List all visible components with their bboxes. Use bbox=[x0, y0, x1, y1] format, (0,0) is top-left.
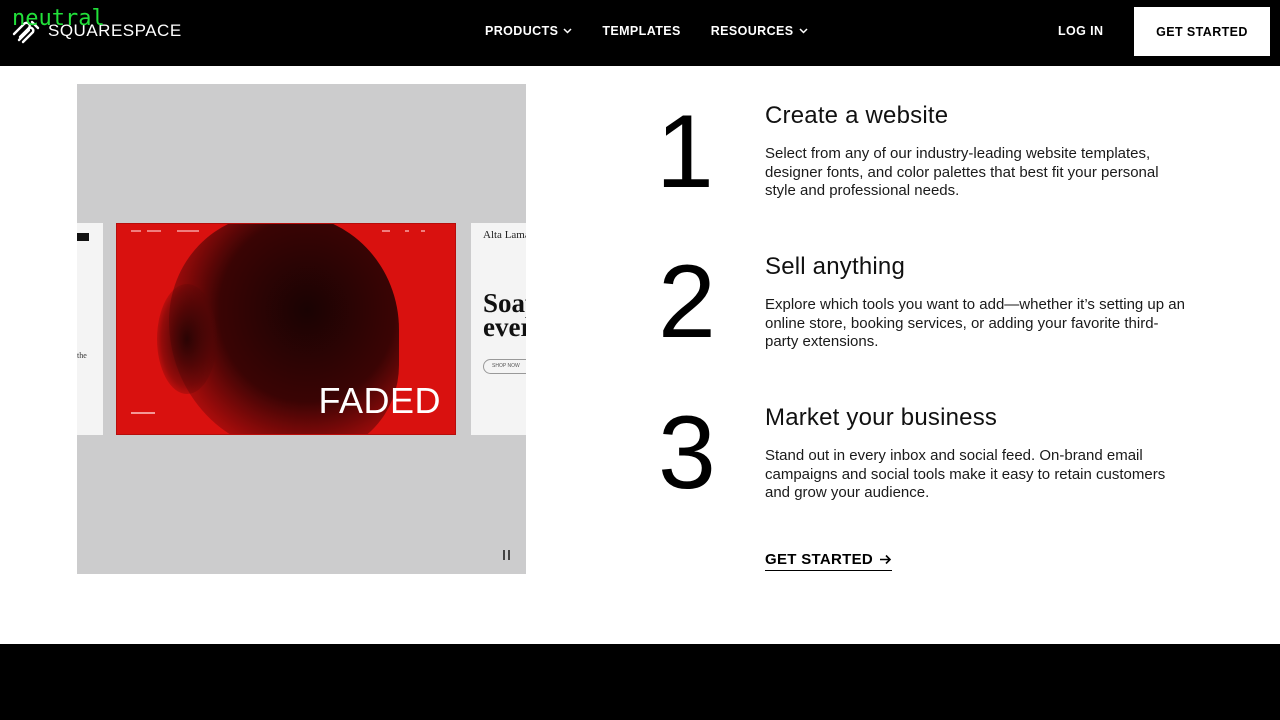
get-started-link-label: GET STARTED bbox=[765, 551, 874, 568]
main-menu: PRODUCTS TEMPLATES RESOURCES bbox=[485, 0, 808, 62]
chevron-down-icon bbox=[798, 28, 808, 34]
template-headline-line2: ever bbox=[483, 312, 526, 342]
step-number-1: 1 bbox=[656, 94, 714, 210]
template-preview-left: the bbox=[77, 223, 103, 435]
nav-item-label: RESOURCES bbox=[710, 24, 794, 38]
step-description-3: Stand out in every inbox and social feed… bbox=[765, 447, 1166, 501]
step-title-3: Market your business bbox=[765, 404, 998, 431]
portrait-face-shadow bbox=[157, 284, 217, 394]
template-shop-button: SHOP NOW bbox=[483, 359, 526, 374]
chevron-down-icon bbox=[563, 28, 572, 34]
template-preview-faded: FADED bbox=[116, 223, 456, 435]
pause-icon[interactable] bbox=[503, 550, 511, 560]
step-number-2: 2 bbox=[658, 244, 716, 360]
arrow-right-icon bbox=[880, 554, 892, 565]
get-started-link[interactable]: GET STARTED bbox=[765, 551, 893, 571]
step-title-1: Create a website bbox=[765, 102, 949, 129]
nav-item-label: TEMPLATES bbox=[602, 24, 681, 38]
template-caption-line bbox=[131, 412, 155, 414]
login-link[interactable]: LOG IN bbox=[1058, 24, 1103, 38]
nav-item-templates[interactable]: TEMPLATES bbox=[602, 24, 680, 38]
get-started-button[interactable]: GET STARTED bbox=[1134, 7, 1270, 56]
mini-logo bbox=[77, 233, 89, 241]
step-title-2: Sell anything bbox=[765, 253, 906, 280]
nav-item-label: PRODUCTS bbox=[485, 24, 559, 38]
step-description-2: Explore which tools you want to add—whet… bbox=[765, 296, 1185, 350]
template-preview-right: Alta Lama Soap ever SHOP NOW bbox=[471, 223, 526, 435]
step-number-3: 3 bbox=[658, 395, 716, 511]
step-description-1: Select from any of our industry-leading … bbox=[765, 145, 1159, 199]
nav-item-resources[interactable]: RESOURCES bbox=[711, 24, 808, 38]
top-navigation: neutral SQUARESPACE PRODUCTS TEMPLATES R… bbox=[0, 0, 1280, 66]
template-hero-title: FADED bbox=[318, 380, 441, 421]
next-section-band bbox=[0, 644, 1280, 720]
template-brand-name: Alta Lama bbox=[483, 229, 526, 241]
nav-item-products[interactable]: PRODUCTS bbox=[485, 24, 572, 38]
template-showcase-video[interactable]: the FADED Alta Lama Soap ever SHOP NOW bbox=[77, 84, 526, 574]
template-preview-text: the bbox=[77, 351, 87, 360]
template-headline: Soap ever bbox=[483, 290, 526, 342]
overlay-label: neutral bbox=[12, 6, 105, 31]
